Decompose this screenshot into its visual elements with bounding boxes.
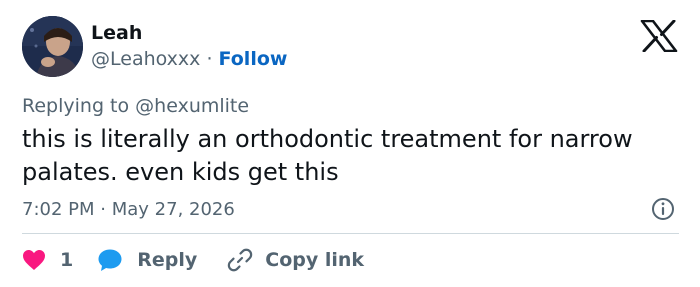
tweet-card: Leah @Leahoxxx · Follow Replying to @hex… [0,0,700,287]
tweet-timestamp[interactable]: 7:02 PM · May 27, 2026 [22,199,235,220]
speech-bubble-icon [97,248,123,272]
like-button[interactable]: 1 [22,249,73,271]
x-logo-icon[interactable] [640,19,678,53]
reply-label: Reply [137,249,198,271]
tweet-time: 7:02 PM [22,199,95,220]
handle-separator: · [206,48,213,70]
info-icon[interactable] [651,197,675,221]
reply-context: Replying to @hexumlite [22,95,249,117]
timestamp-separator: · [100,199,106,220]
divider [22,233,679,234]
heart-icon [22,249,46,271]
tweet-text: this is literally an orthodontic treatme… [22,125,633,186]
author-name[interactable]: Leah [91,22,142,44]
follow-button[interactable]: Follow [219,48,288,70]
copy-link-label: Copy link [265,249,365,271]
tweet-date: May 27, 2026 [111,199,235,220]
reply-context-mention[interactable]: @hexumlite [135,95,249,117]
action-bar: 1 Reply Copy link [22,246,364,274]
link-icon [227,247,253,273]
author-handle-line: @Leahoxxx · Follow [91,48,287,70]
avatar[interactable] [22,16,83,77]
copy-link-button[interactable]: Copy link [227,247,364,273]
author-handle[interactable]: @Leahoxxx [91,48,200,70]
reply-button[interactable]: Reply [97,248,197,272]
like-count: 1 [60,249,74,271]
reply-context-prefix: Replying to [22,95,130,117]
